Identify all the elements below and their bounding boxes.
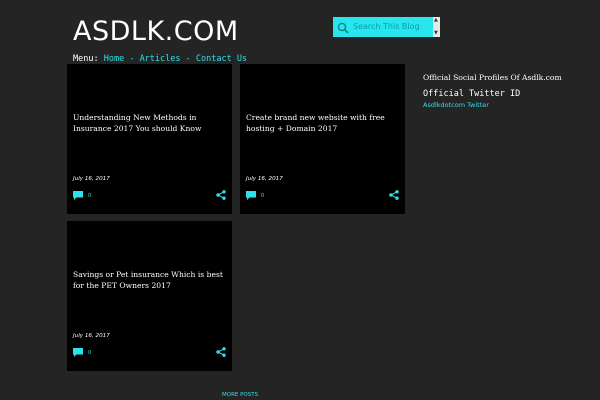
comment-icon[interactable] <box>73 191 83 200</box>
share-icon[interactable] <box>389 190 399 200</box>
scroll-down-icon[interactable]: ▼ <box>434 31 438 36</box>
menu-label: Menu: <box>73 54 99 64</box>
post-title[interactable]: Understanding New Methods in Insurance 2… <box>73 112 225 134</box>
search-input[interactable] <box>353 19 429 33</box>
social-profiles-heading: Official Social Profiles Of Asdlk.com <box>423 73 562 82</box>
post-date: July 16, 2017 <box>73 176 110 182</box>
menu-item-home[interactable]: Home <box>104 54 124 64</box>
more-posts-link[interactable]: MORE POSTS <box>222 392 258 398</box>
menu-separator: - <box>124 54 140 64</box>
sidebar: Official Social Profiles Of Asdlk.com Of… <box>423 73 573 109</box>
twitter-link[interactable]: Asdlkdotcom Twitter <box>423 101 573 109</box>
menu-separator: - <box>180 54 196 64</box>
menu-item-articles[interactable]: Articles <box>140 54 181 64</box>
post-date: July 16, 2017 <box>246 176 283 182</box>
post-title[interactable]: Savings or Pet insurance Which is best f… <box>73 269 225 291</box>
comment-count[interactable]: 0 <box>88 350 91 356</box>
post-card[interactable]: Savings or Pet insurance Which is best f… <box>67 221 232 371</box>
search-scrollbar[interactable]: ▲ ▼ <box>433 17 440 37</box>
search-icon[interactable] <box>337 22 349 34</box>
post-card[interactable]: Understanding New Methods in Insurance 2… <box>67 64 232 214</box>
comment-icon[interactable] <box>246 191 256 200</box>
post-card[interactable]: Create brand new website with free hosti… <box>240 64 405 214</box>
post-title[interactable]: Create brand new website with free hosti… <box>246 112 398 134</box>
comment-count[interactable]: 0 <box>88 193 91 199</box>
comment-icon[interactable] <box>73 348 83 357</box>
menu-item-contact-us[interactable]: Contact Us <box>196 54 247 64</box>
comment-count[interactable]: 0 <box>261 193 264 199</box>
site-title[interactable]: ASDLK.COM <box>73 16 239 47</box>
twitter-heading: Official Twitter ID <box>423 89 521 99</box>
search-box: ▲ ▼ <box>333 17 440 37</box>
scroll-up-icon[interactable]: ▲ <box>434 18 438 23</box>
main-menu: Menu: Home - Articles - Contact Us <box>73 54 247 64</box>
share-icon[interactable] <box>216 347 226 357</box>
share-icon[interactable] <box>216 190 226 200</box>
post-date: July 16, 2017 <box>73 333 110 339</box>
